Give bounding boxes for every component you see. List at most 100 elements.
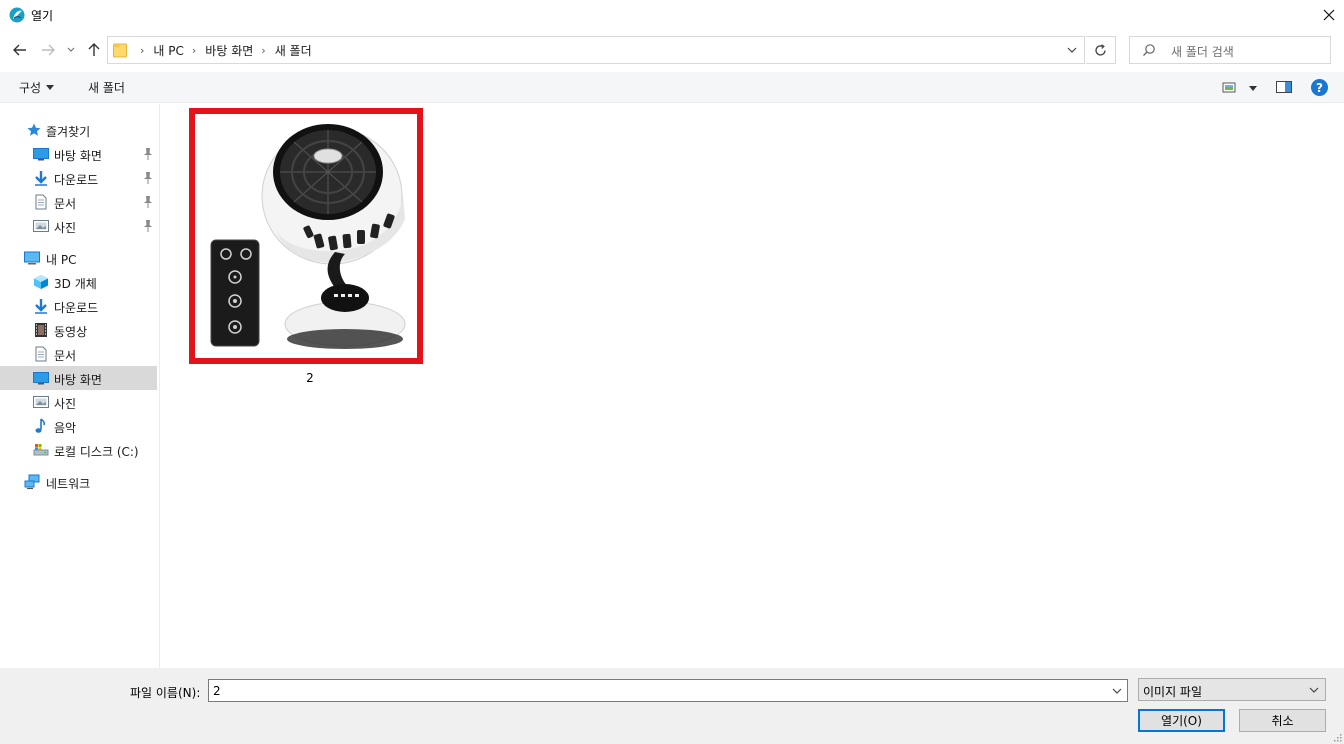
star-icon — [27, 123, 41, 136]
open-button[interactable]: 열기(O) — [1138, 709, 1225, 732]
sidebar-item-pictures[interactable]: 사진 — [0, 390, 157, 414]
sidebar-label: 음악 — [54, 421, 77, 435]
chevron-down-icon — [1309, 687, 1319, 693]
close-button[interactable] — [1314, 0, 1344, 30]
close-icon — [1323, 9, 1335, 21]
preview-pane-icon[interactable] — [1276, 80, 1292, 94]
breadcrumb-item-this-pc[interactable]: 내 PC — [153, 42, 183, 59]
sidebar-item-videos[interactable]: 동영상 — [0, 318, 157, 342]
sidebar-label: 바탕 화면 — [54, 373, 102, 387]
breadcrumb-item-desktop[interactable]: 바탕 화면 — [205, 42, 253, 59]
sidebar-item-downloads[interactable]: 다운로드 — [0, 294, 157, 318]
download-icon — [35, 299, 47, 314]
forward-arrow-icon — [42, 44, 55, 56]
music-note-icon — [35, 418, 46, 433]
sidebar-label: 다운로드 — [54, 301, 99, 315]
command-bar: 구성 새 폴더 — [0, 72, 1344, 103]
sidebar-label: 문서 — [54, 197, 77, 211]
help-button[interactable]: ? — [1311, 79, 1328, 96]
navigation-pane[interactable]: 즐겨찾기 바탕 화면 다운로드 문서 사진 내 PC 3D 개체 다운로드 동영… — [0, 104, 160, 668]
folder-icon — [113, 43, 127, 58]
caret-down-icon — [46, 85, 55, 90]
new-folder-button[interactable]: 새 폴더 — [88, 79, 125, 96]
view-options-caret-icon[interactable] — [1249, 86, 1257, 91]
sidebar-label: 로컬 디스크 (C:) — [54, 445, 139, 459]
file-name-label: 파일 이름(N): — [130, 686, 201, 700]
pin-icon — [144, 172, 152, 184]
computer-icon — [24, 251, 40, 265]
sidebar-item-local-disk[interactable]: 로컬 디스크 (C:) — [0, 438, 157, 462]
up-arrow-icon — [88, 43, 100, 56]
refresh-button[interactable] — [1086, 36, 1116, 64]
file-name-input[interactable]: 2 — [208, 679, 1128, 702]
back-button[interactable] — [10, 40, 30, 60]
breadcrumb-item-new-folder[interactable]: 새 폴더 — [275, 42, 312, 59]
pin-icon — [144, 220, 152, 232]
document-icon — [35, 346, 47, 362]
chevron-down-icon[interactable] — [1111, 685, 1123, 697]
desktop-icon — [33, 148, 49, 161]
file-type-select[interactable]: 이미지 파일 — [1138, 678, 1326, 701]
back-arrow-icon — [13, 44, 26, 56]
desktop-icon — [33, 372, 49, 385]
breadcrumb-separator: › — [261, 43, 266, 57]
file-type-value: 이미지 파일 — [1143, 685, 1203, 699]
change-view-icon[interactable] — [1222, 80, 1238, 94]
address-bar[interactable]: › 내 PC › 바탕 화면 › 새 폴더 — [107, 36, 1085, 64]
film-icon — [35, 323, 47, 337]
3d-objects-icon — [34, 275, 48, 289]
sidebar-item-documents[interactable]: 문서 — [0, 342, 157, 366]
up-button[interactable] — [84, 40, 104, 60]
file-thumbnail[interactable] — [189, 108, 423, 364]
sidebar-label: 3D 개체 — [54, 277, 97, 291]
pin-icon — [144, 196, 152, 208]
sidebar-item-quick-access[interactable]: 즐겨찾기 — [0, 118, 157, 142]
dialog-footer: 파일 이름(N): 2 이미지 파일 열기(O) 취소 — [0, 668, 1344, 744]
sidebar-label: 내 PC — [46, 253, 77, 267]
file-item[interactable]: 2 — [189, 108, 423, 385]
sidebar-item-this-pc[interactable]: 내 PC — [0, 246, 157, 270]
file-name-value: 2 — [213, 684, 221, 698]
sidebar-label: 다운로드 — [54, 173, 99, 187]
organize-label: 구성 — [19, 81, 42, 95]
download-icon — [35, 171, 47, 186]
sidebar-item-documents-pinned[interactable]: 문서 — [0, 190, 157, 214]
search-placeholder: 새 폴더 검색 — [1171, 45, 1234, 59]
app-logo-icon — [9, 7, 25, 23]
file-name-label: 2 — [306, 371, 314, 385]
sidebar-label: 문서 — [54, 349, 77, 363]
search-icon — [1143, 44, 1155, 56]
chevron-down-icon — [67, 47, 75, 52]
file-list[interactable]: 2 — [161, 104, 1344, 668]
navigation-bar: › 내 PC › 바탕 화면 › 새 폴더 새 폴더 검색 — [0, 32, 1344, 68]
sidebar-label: 바탕 화면 — [54, 149, 102, 163]
fan-with-remote-image — [210, 124, 406, 349]
breadcrumb-separator: › — [140, 43, 145, 57]
sidebar-item-3d-objects[interactable]: 3D 개체 — [0, 270, 157, 294]
title-bar: 열기 — [0, 0, 1344, 30]
sidebar-label: 동영상 — [54, 325, 88, 339]
refresh-icon — [1095, 43, 1106, 56]
resize-grip-icon[interactable] — [1332, 732, 1342, 742]
sidebar-label: 즐겨찾기 — [46, 125, 91, 139]
breadcrumb: › 내 PC › 바탕 화면 › 새 폴더 — [132, 37, 312, 63]
search-input[interactable]: 새 폴더 검색 — [1129, 36, 1331, 64]
recent-locations-button[interactable] — [64, 40, 78, 60]
breadcrumb-separator: › — [191, 43, 197, 57]
sidebar-item-desktop-pinned[interactable]: 바탕 화면 — [0, 142, 157, 166]
sidebar-label: 사진 — [54, 397, 77, 411]
sidebar-item-downloads-pinned[interactable]: 다운로드 — [0, 166, 157, 190]
sidebar-item-pictures-pinned[interactable]: 사진 — [0, 214, 157, 238]
sidebar-item-network[interactable]: 네트워크 — [0, 470, 157, 494]
address-dropdown-icon[interactable] — [1066, 44, 1078, 56]
cancel-button[interactable]: 취소 — [1239, 709, 1326, 732]
sidebar-item-desktop[interactable]: 바탕 화면 — [0, 366, 157, 390]
sidebar-label: 네트워크 — [46, 477, 91, 491]
forward-button[interactable] — [38, 40, 58, 60]
network-icon — [24, 474, 40, 490]
sidebar-item-music[interactable]: 음악 — [0, 414, 157, 438]
pictures-icon — [33, 396, 49, 408]
drive-icon — [33, 444, 49, 456]
organize-button[interactable]: 구성 — [19, 79, 55, 96]
pictures-icon — [33, 220, 49, 232]
